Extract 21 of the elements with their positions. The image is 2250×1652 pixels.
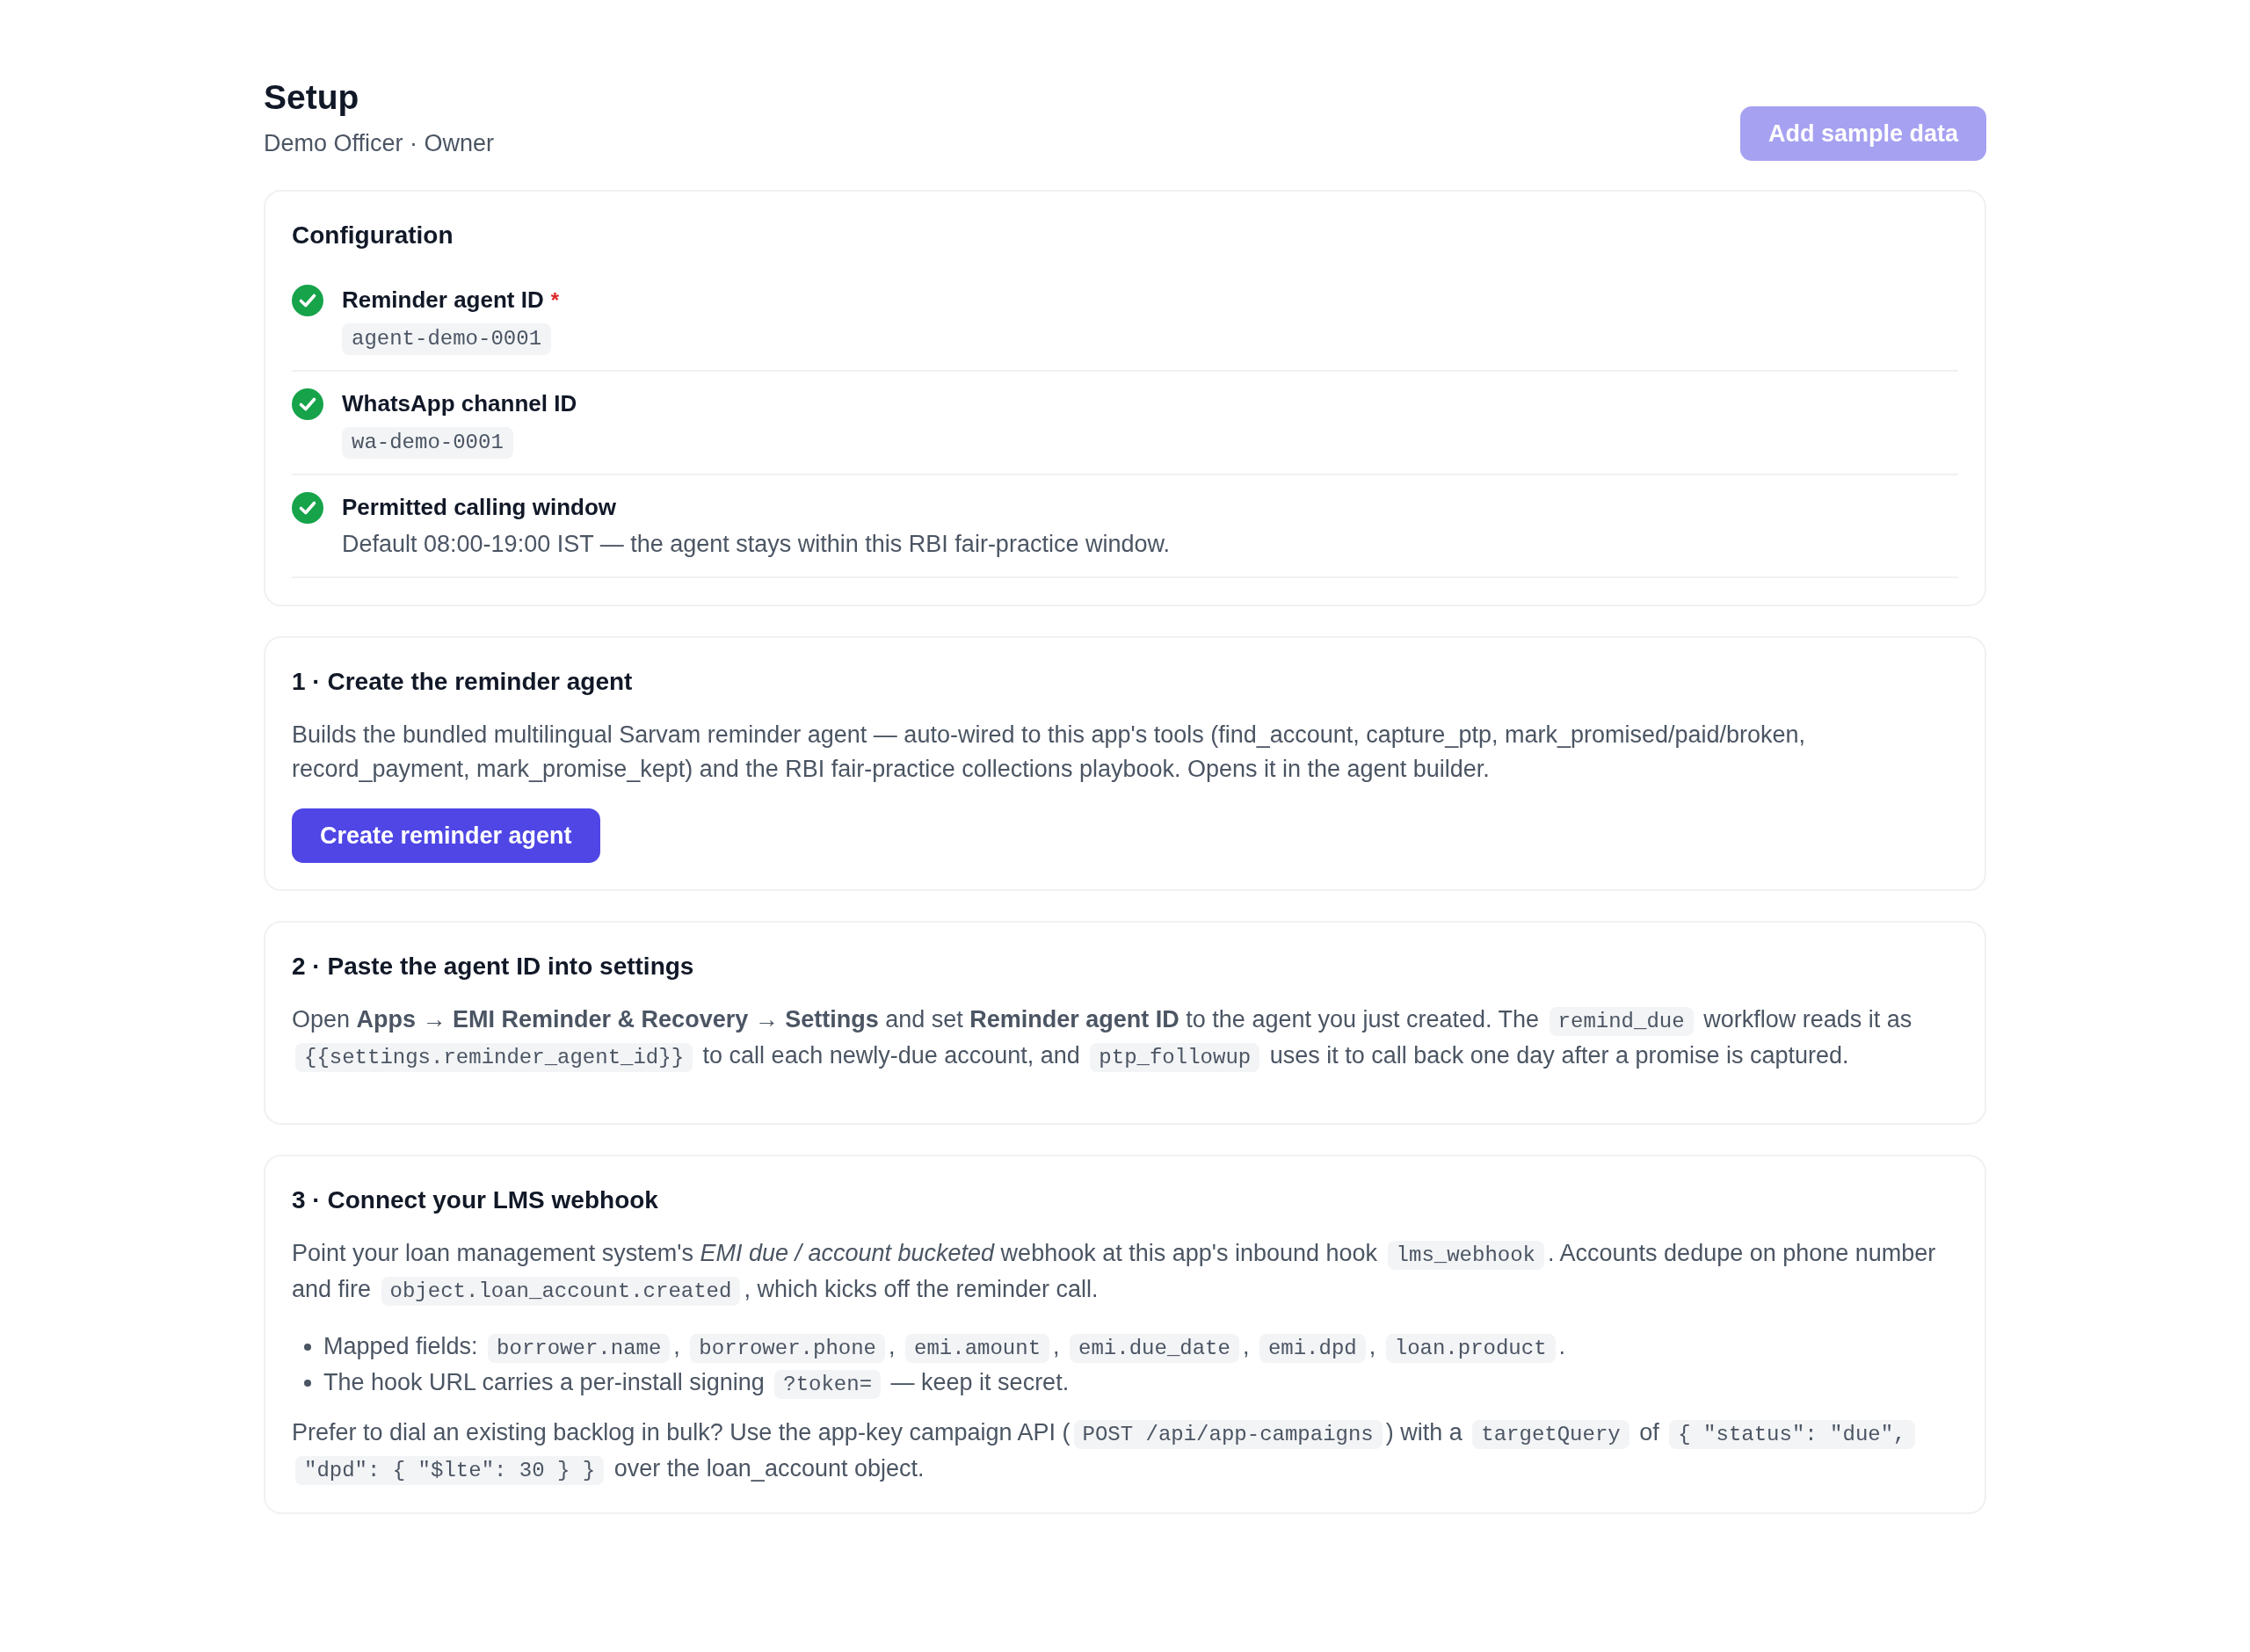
card-title: Configuration (292, 221, 454, 250)
step-description: Open Apps → EMI Reminder & Recovery → Settings and set Reminder agent ID to the agent you just created. The remind_due workflow reads it as {{settings.reminder_agent_id}} to call each newly-due account, and ptp_followup uses it to call back one day after a promise is captured. (292, 1003, 1958, 1075)
step-description: Builds the bundled multilingual Sarvam reminder agent — auto-wired to this app's tools (find_account, capture_ptp, mark_promised/paid/broken, record_payment, mark_promise_kept) and the RBI fair-practice collections playbook. Opens it in the agent builder. (292, 721, 1807, 784)
setting-label: WhatsApp channel ID (342, 389, 577, 418)
step-title: 2 · Paste the agent ID into settings (292, 952, 695, 982)
step-description: Point your loan management system's EMI due / account bucketed webhook at this app's inbound hook lms_webhook . Accounts dedupe on phone number and fire object.loan_account.created , which kicks off the reminder call. (292, 1236, 1958, 1308)
create-agent-button[interactable]: Create reminder agent (292, 808, 600, 863)
bullet-text: Mapped fields: borrower.name , borrower.phone , emi.amount , emi.due_date , emi.dpd , loan.product . (323, 1330, 1566, 1366)
page-subtitle: Demo Officer · Owner (264, 129, 495, 158)
bullet-icon (304, 1379, 311, 1387)
step-title: 3 · Connect your LMS webhook (292, 1185, 659, 1215)
setting-label: Permitted calling window (342, 493, 617, 522)
setting-label: Reminder agent ID (342, 286, 544, 315)
setting-value: agent-demo-0001 (342, 323, 552, 355)
step-title: 1 · Create the reminder agent (292, 667, 634, 697)
bullet-text: The hook URL carries a per-install signing ?token= — keep it secret. (323, 1366, 1070, 1402)
required-mark: * (550, 287, 560, 314)
setting-description: Default 08:00-19:00 IST — the agent stays within this RBI fair-practice window. (342, 530, 1170, 559)
page-title: Setup (264, 77, 360, 118)
setting-value: wa-demo-0001 (342, 427, 513, 459)
bullet-icon (304, 1343, 311, 1351)
